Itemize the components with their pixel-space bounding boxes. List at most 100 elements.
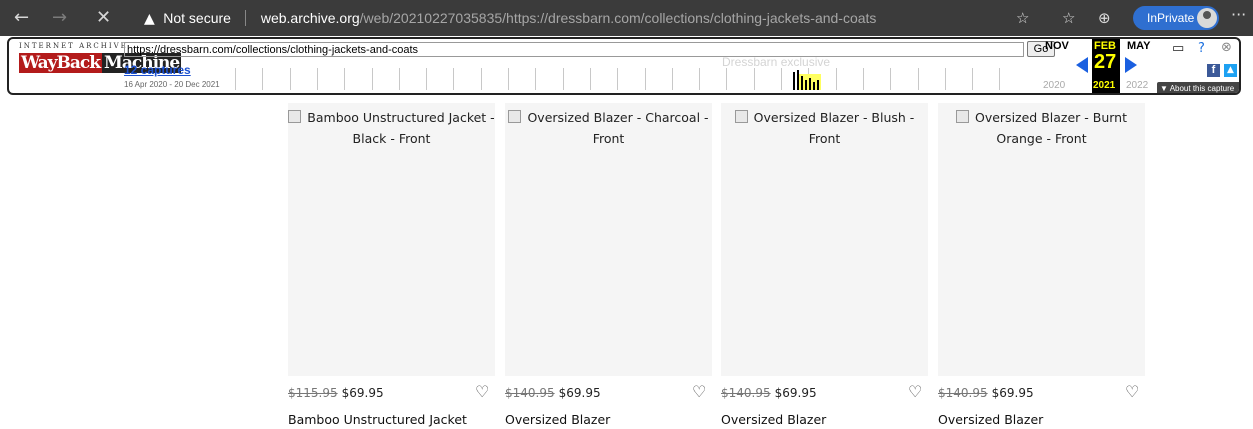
timeline-tick [835,68,837,90]
product-card[interactable]: Oversized Blazer - Blush - Front $140.95… [721,103,928,427]
timeline-tick [617,68,619,90]
close-toolbar-icon[interactable]: ⊗ [1221,41,1232,55]
original-price: $140.95 [721,386,771,400]
wayback-url-input[interactable]: https://dressbarn.com/collections/clothi… [124,42,1024,57]
current-day: 27 [1094,51,1117,73]
prev-year[interactable]: 2020 [1043,80,1065,91]
timeline-tick [426,68,428,90]
timeline-tick [480,68,482,90]
broken-image-icon [508,110,522,123]
current-capture: FEB 27 2021 [1092,39,1120,93]
product-name[interactable]: Oversized Blazer [938,412,1043,427]
stop-loading-icon[interactable]: ✕ [96,6,111,30]
timeline-tick [289,68,291,90]
product-image[interactable]: Oversized Blazer - Blush - Front [721,103,928,376]
url-path: /web/20210227035835/https://dressbarn.co… [359,10,877,26]
favorites-list-icon[interactable]: ☆ [1062,7,1075,29]
next-year[interactable]: 2022 [1126,80,1148,91]
timeline-tick [508,68,509,90]
sale-price: $69.95 [991,386,1034,400]
timeline-tick [862,68,864,90]
product-card[interactable]: Oversized Blazer - Burnt Orange - Front … [938,103,1145,427]
product-name[interactable]: Bamboo Unstructured Jacket [288,412,467,427]
about-capture-button[interactable]: ▼ About this capture [1157,82,1239,93]
original-price: $115.95 [288,386,338,400]
product-name[interactable]: Oversized Blazer [505,412,610,427]
timeline-tick [398,68,400,90]
timeline-tick [917,68,919,90]
product-name[interactable]: Oversized Blazer [721,412,826,427]
timeline-tick [944,68,946,90]
inprivate-label: InPrivate [1147,11,1195,25]
timeline-tick [371,68,373,90]
broken-image-icon [734,110,748,123]
browser-toolbar: ← → ✕ ▲ Not secure web.archive.org/web/2… [0,0,1253,36]
timeline-tick [535,68,537,90]
price-block: $140.95 $69.95 [938,386,1034,400]
inprivate-button[interactable]: InPrivate [1133,6,1219,30]
capture-sparkline[interactable] [789,66,829,90]
price-block: $140.95 $69.95 [505,386,601,400]
more-menu-icon[interactable]: ··· [1231,5,1246,24]
product-card[interactable]: Bamboo Unstructured Jacket - Black - Fro… [288,103,495,427]
image-alt-text: Oversized Blazer - Burnt Orange - Front [938,107,1145,149]
original-price: $140.95 [505,386,555,400]
logo-part-wayback: WayBack [19,53,103,73]
alt-text: Bamboo Unstructured Jacket - Black - Fro… [307,110,495,146]
facebook-icon[interactable]: f [1207,64,1220,77]
timeline-tick [890,68,892,90]
timeline-tick [589,68,591,90]
captures-link[interactable]: 12 captures [124,63,191,77]
next-month[interactable]: MAY [1127,40,1150,52]
wishlist-heart-icon[interactable]: ♡ [1125,382,1139,401]
captures-range: 16 Apr 2020 - 20 Dec 2021 [124,80,220,89]
image-alt-text: Oversized Blazer - Charcoal - Front [505,107,712,149]
product-image[interactable]: Bamboo Unstructured Jacket - Black - Fro… [288,103,495,376]
window-icon[interactable]: ▭ [1172,42,1184,56]
alt-text: Oversized Blazer - Burnt Orange - Front [974,110,1127,146]
timeline-tick [671,68,673,90]
sale-price: $69.95 [558,386,601,400]
image-alt-text: Bamboo Unstructured Jacket - Black - Fro… [288,107,495,149]
price-block: $115.95 $69.95 [288,386,384,400]
timeline-tick [344,68,346,90]
timeline-tick [235,68,236,90]
product-image[interactable]: Oversized Blazer - Charcoal - Front [505,103,712,376]
capture-timeline[interactable] [235,62,1025,90]
twitter-icon[interactable]: ▲ [1224,64,1237,77]
warning-icon: ▲ [144,11,155,27]
forward-arrow-icon[interactable]: → [52,6,67,30]
address-bar[interactable]: ▲ Not secure web.archive.org/web/2021022… [140,5,980,31]
timeline-tick [726,68,728,90]
broken-image-icon [288,110,302,123]
timeline-tick [262,68,264,90]
timeline-tick [999,68,1001,90]
profile-avatar [1197,8,1217,28]
product-card[interactable]: Oversized Blazer - Charcoal - Front $140… [505,103,712,427]
price-block: $140.95 $69.95 [721,386,817,400]
url-host: web.archive.org [260,10,360,26]
sale-price: $69.95 [341,386,384,400]
timeline-tick [781,68,782,90]
timeline-tick [562,68,564,90]
next-capture-arrow-icon[interactable] [1125,57,1137,73]
alt-text: Oversized Blazer - Charcoal - Front [527,110,709,146]
wishlist-heart-icon[interactable]: ♡ [692,382,706,401]
alt-text: Oversized Blazer - Blush - Front [753,110,915,146]
prev-month[interactable]: NOV [1045,40,1069,52]
wishlist-heart-icon[interactable]: ♡ [908,382,922,401]
timeline-tick [644,68,646,90]
address-separator [245,10,247,26]
timeline-tick [972,68,974,90]
collections-icon[interactable]: ⊕ [1098,7,1111,29]
product-image[interactable]: Oversized Blazer - Burnt Orange - Front [938,103,1145,376]
internet-archive-label: INTERNET ARCHIVE [19,42,128,50]
timeline-tick [316,68,318,90]
back-arrow-icon[interactable]: ← [14,6,29,30]
wishlist-heart-icon[interactable]: ♡ [475,382,489,401]
timeline-tick [453,68,455,90]
favorite-add-icon[interactable]: ☆ [1016,7,1029,29]
wayback-toolbar: INTERNET ARCHIVE WayBack Machine https://… [7,37,1241,95]
prev-capture-arrow-icon[interactable] [1076,57,1088,73]
help-icon[interactable]: ? [1198,42,1205,56]
